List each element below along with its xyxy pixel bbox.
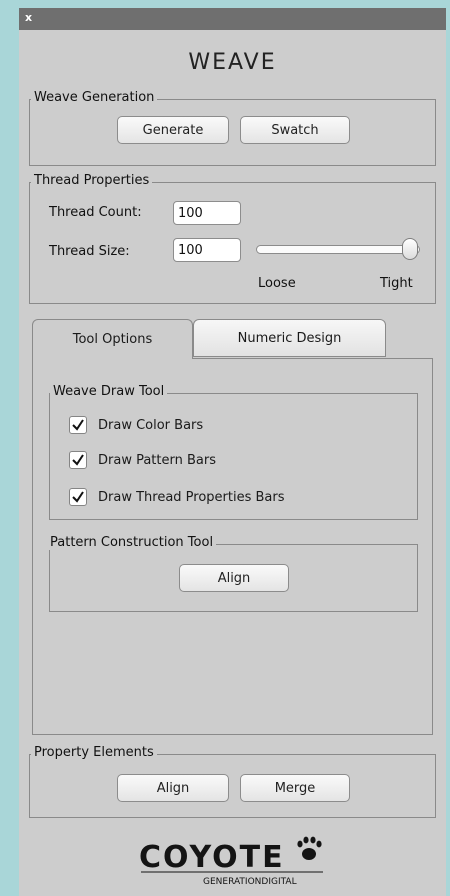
coyote-logo: COYOTE GENERATIONDIGITAL (19, 834, 446, 894)
svg-text:GENERATIONDIGITAL: GENERATIONDIGITAL (203, 877, 297, 887)
draw-pattern-bars-option[interactable]: Draw Pattern Bars (69, 451, 216, 469)
tab-numeric-design-label: Numeric Design (237, 330, 342, 346)
paw-print-icon (296, 836, 322, 860)
tab-tool-options[interactable]: Tool Options (32, 319, 193, 359)
app-logo: WEAVE (188, 50, 277, 75)
thread-size-slider[interactable] (256, 237, 420, 261)
draw-thread-properties-bars-checkbox[interactable] (69, 488, 87, 506)
draw-pattern-bars-checkbox[interactable] (69, 451, 87, 469)
property-merge-button[interactable]: Merge (240, 774, 350, 802)
weave-generation-group (29, 99, 436, 166)
checkmark-icon (72, 419, 84, 431)
draw-pattern-bars-label: Draw Pattern Bars (98, 452, 216, 468)
coyote-logo-graphic: COYOTE GENERATIONDIGITAL (139, 836, 323, 887)
pattern-align-button[interactable]: Align (179, 564, 289, 592)
property-elements-title: Property Elements (31, 745, 157, 760)
weave-generation-title: Weave Generation (31, 90, 158, 105)
swatch-button[interactable]: Swatch (240, 116, 350, 144)
draw-color-bars-checkbox[interactable] (69, 416, 87, 434)
title-bar: x (19, 8, 446, 30)
thread-count-input[interactable] (173, 201, 241, 225)
weave-draw-tool-title: Weave Draw Tool (50, 384, 168, 399)
checkmark-icon (72, 491, 84, 503)
slider-max-label: Tight (380, 276, 413, 291)
thread-properties-title: Thread Properties (31, 173, 153, 188)
draw-color-bars-label: Draw Color Bars (98, 417, 204, 433)
property-elements-group (29, 754, 436, 818)
draw-color-bars-option[interactable]: Draw Color Bars (69, 416, 203, 434)
slider-knob[interactable] (402, 238, 418, 260)
thread-size-label: Thread Size: (49, 244, 130, 259)
checkmark-icon (72, 454, 84, 466)
slider-track (256, 245, 420, 254)
draw-thread-properties-bars-option[interactable]: Draw Thread Properties Bars (69, 488, 285, 506)
thread-count-label: Thread Count: (49, 205, 142, 220)
slider-min-label: Loose (258, 276, 296, 291)
weave-panel: x WEAVE Weave Generation Generate Swatch… (19, 8, 446, 896)
thread-size-input[interactable] (173, 238, 241, 262)
tab-tool-options-label: Tool Options (72, 332, 153, 347)
close-button[interactable]: x (25, 11, 32, 24)
svg-text:COYOTE: COYOTE (139, 840, 285, 875)
generate-button[interactable]: Generate (117, 116, 229, 144)
tab-numeric-design[interactable]: Numeric Design (193, 319, 386, 357)
pattern-construction-title: Pattern Construction Tool (47, 535, 217, 550)
property-align-button[interactable]: Align (117, 774, 229, 802)
draw-thread-properties-bars-label: Draw Thread Properties Bars (98, 489, 285, 505)
